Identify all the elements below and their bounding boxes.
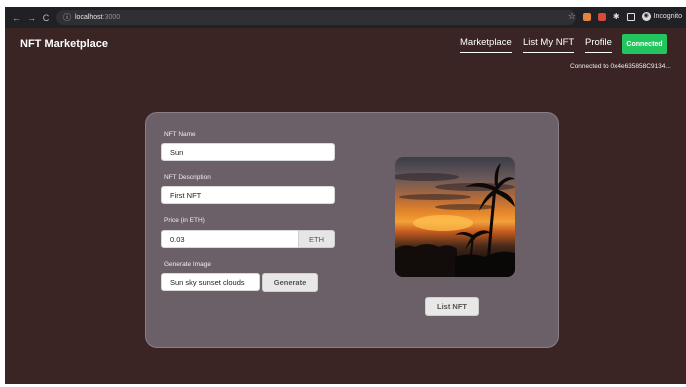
connect-wallet-button[interactable]: Connected	[622, 34, 667, 54]
generate-button[interactable]: Generate	[262, 273, 318, 292]
nav-profile[interactable]: Profile	[585, 37, 612, 53]
metamask-extension-icon[interactable]	[582, 12, 591, 21]
reload-icon[interactable]: C	[42, 13, 50, 23]
browser-toolbar: ← → C ⓘ localhost:3000 ☆ ✱ ◉ Incognito	[5, 7, 686, 28]
price-label: Price (in ETH)	[164, 217, 205, 224]
connected-address: Connected to 0x4e635858C9134...	[570, 63, 671, 70]
brand-title[interactable]: NFT Marketplace	[20, 38, 108, 50]
nft-description-input[interactable]: First NFT	[161, 186, 335, 204]
nft-name-input[interactable]: Sun	[161, 143, 335, 161]
info-icon[interactable]: ⓘ	[63, 12, 71, 23]
url-port: :3000	[102, 14, 121, 21]
eth-unit-addon: ETH	[298, 230, 335, 248]
nft-name-label: NFT Name	[164, 131, 196, 138]
bookmark-star-icon[interactable]: ☆	[568, 11, 576, 22]
list-nft-button[interactable]: List NFT	[425, 297, 479, 316]
app-window: ← → C ⓘ localhost:3000 ☆ ✱ ◉ Incognito N…	[5, 7, 686, 384]
sun-glow	[413, 215, 473, 231]
extensions-puzzle-icon[interactable]: ✱	[613, 12, 620, 21]
side-panel-icon[interactable]	[626, 12, 635, 21]
nav-list-my-nft[interactable]: List My NFT	[523, 37, 575, 53]
incognito-label: Incognito	[653, 13, 682, 20]
nav-marketplace[interactable]: Marketplace	[460, 37, 512, 53]
incognito-indicator[interactable]: ◉ Incognito	[641, 12, 682, 21]
list-nft-form: NFT Name Sun NFT Description First NFT P…	[145, 112, 559, 348]
extension-icon[interactable]	[597, 12, 606, 21]
generated-image-preview	[395, 157, 515, 277]
back-arrow-icon[interactable]: ←	[12, 13, 21, 23]
address-bar[interactable]: ⓘ localhost:3000	[56, 10, 576, 25]
price-input[interactable]: 0.03	[161, 230, 299, 248]
image-prompt-input[interactable]: Sun sky sunset clouds	[161, 273, 260, 291]
sunset-palms-image	[395, 163, 515, 277]
foreground-silhouette	[455, 251, 515, 277]
browser-extensions: ☆ ✱ ◉ Incognito	[568, 11, 682, 22]
tree-silhouette	[395, 244, 457, 277]
url-host: localhost	[75, 14, 103, 21]
nft-description-label: NFT Description	[164, 174, 211, 181]
incognito-icon: ◉	[641, 12, 651, 21]
generate-image-label: Generate Image	[164, 261, 211, 268]
forward-arrow-icon[interactable]: →	[27, 13, 36, 23]
